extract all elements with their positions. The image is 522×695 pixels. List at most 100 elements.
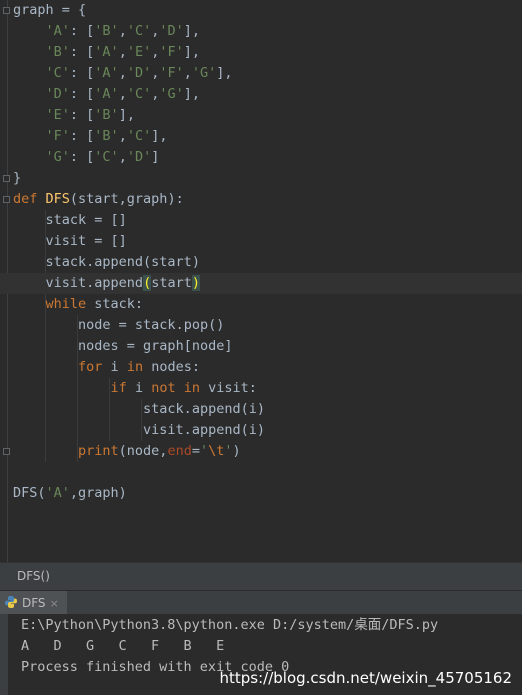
code-token: , [118, 128, 127, 144]
code-token: (node, [118, 443, 168, 459]
code-line[interactable]: 'C': ['A','D','F','G'], [0, 63, 522, 84]
code-token: 'G' [45, 149, 70, 165]
code-token: node = stack.pop() [78, 317, 225, 333]
code-line[interactable]: stack.append(i) [0, 399, 522, 420]
console-output-line: A D G C F B E [21, 638, 225, 654]
code-token: , [183, 65, 192, 81]
code-line[interactable] [0, 462, 522, 483]
code-line[interactable]: } [0, 168, 522, 189]
code-line[interactable]: if i not in visit: [0, 378, 522, 399]
code-token: , [118, 86, 127, 102]
code-token: ], [118, 107, 135, 123]
code-token: 'C' [94, 149, 119, 165]
fold-marker[interactable] [3, 7, 10, 14]
code-line[interactable]: stack.append(start) [0, 252, 522, 273]
code-token: 'B' [45, 44, 70, 60]
code-token: 'A' [45, 23, 70, 39]
code-token: visit.append(i) [143, 422, 265, 438]
code-line[interactable]: for i in nodes: [0, 357, 522, 378]
code-token: , [118, 149, 127, 165]
code-token: stack = [] [45, 212, 127, 228]
code-token: \t [208, 443, 225, 459]
code-token: ' [224, 443, 233, 459]
code-line[interactable]: while stack: [0, 294, 522, 315]
code-token: nodes: [151, 359, 200, 375]
code-token: ) [191, 275, 200, 291]
code-token: ( [143, 275, 152, 291]
code-token: visit = [] [45, 233, 127, 249]
code-line[interactable]: print(node,end='\t') [0, 441, 522, 462]
code-token: i [110, 359, 127, 375]
code-line[interactable]: 'G': ['C','D'] [0, 147, 522, 168]
code-line[interactable]: 'B': ['A','E','F'], [0, 42, 522, 63]
code-line[interactable]: visit = [] [0, 231, 522, 252]
code-token: 'F' [159, 44, 184, 60]
code-token: : [ [69, 128, 95, 144]
code-token: 'D' [159, 23, 184, 39]
code-token: if [110, 380, 135, 396]
code-token: , [118, 44, 127, 60]
code-token: 'C' [126, 86, 152, 102]
code-token: , [118, 23, 127, 39]
code-token: while [45, 296, 95, 312]
code-line[interactable]: graph = { [0, 0, 522, 21]
code-token: print [78, 443, 119, 459]
code-token: : [ [69, 23, 95, 39]
console-command-line: E:\Python\Python3.8\python.exe D:/system… [21, 617, 439, 633]
code-token: stack.append(start) [45, 254, 200, 270]
code-line[interactable]: nodes = graph[node] [0, 336, 522, 357]
run-tab-dfs[interactable]: DFS × [0, 591, 67, 615]
code-token: ], [151, 128, 168, 144]
code-token: (start,graph): [69, 191, 184, 207]
code-token: = [191, 443, 200, 459]
breadcrumb[interactable]: DFS() [17, 569, 50, 583]
fold-marker[interactable] [3, 175, 10, 182]
code-token: 'B' [94, 23, 119, 39]
code-token: 'D' [45, 86, 70, 102]
code-line[interactable]: 'E': ['B'], [0, 105, 522, 126]
console-toolbar-strip [0, 614, 8, 695]
fold-marker[interactable] [3, 448, 10, 455]
code-token: 'F' [45, 128, 70, 144]
code-token: 'F' [159, 65, 184, 81]
watermark: https://blog.csdn.net/weixin_45705162 [219, 669, 512, 687]
code-token: for [78, 359, 111, 375]
code-editor[interactable]: graph = { 'A': ['B','C','D'], 'B': ['A',… [0, 0, 522, 562]
code-line[interactable]: def DFS(start,graph): [0, 189, 522, 210]
close-icon[interactable]: × [50, 597, 59, 610]
code-token: 'C' [126, 23, 152, 39]
code-token: stack: [94, 296, 144, 312]
code-token: : [ [69, 65, 95, 81]
fold-marker[interactable] [3, 196, 10, 203]
code-token: 'A' [94, 86, 119, 102]
code-token: 'E' [45, 107, 70, 123]
code-token: visit.append [45, 275, 144, 291]
code-line[interactable]: 'A': ['B','C','D'], [0, 21, 522, 42]
code-token: : [ [69, 107, 95, 123]
code-token: 'B' [94, 128, 119, 144]
code-line[interactable]: visit.append(i) [0, 420, 522, 441]
code-token: 'G' [159, 86, 184, 102]
code-token: 'B' [94, 107, 119, 123]
code-token: i [134, 380, 152, 396]
run-console[interactable]: E:\Python\Python3.8\python.exe D:/system… [0, 614, 522, 695]
code-line[interactable]: visit.append(start) [0, 273, 522, 294]
code-line[interactable]: 'D': ['A','C','G'], [0, 84, 522, 105]
code-line[interactable]: 'F': ['B','C'], [0, 126, 522, 147]
code-token: 'C' [45, 65, 70, 81]
code-token: } [13, 170, 22, 186]
code-line[interactable]: DFS('A',graph) [0, 483, 522, 504]
code-line[interactable]: stack = [] [0, 210, 522, 231]
code-line[interactable]: node = stack.pop() [0, 315, 522, 336]
code-token: in [126, 359, 152, 375]
code-token: 'A' [94, 44, 119, 60]
